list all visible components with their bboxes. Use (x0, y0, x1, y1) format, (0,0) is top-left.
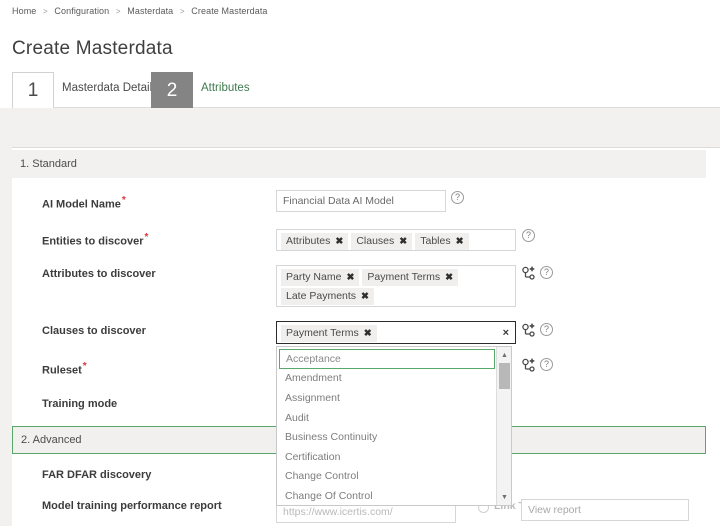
wizard-band (0, 108, 720, 148)
help-icon[interactable]: ? (540, 266, 553, 279)
dropdown-option-acceptance[interactable]: Acceptance (279, 349, 495, 369)
breadcrumb-item-configuration[interactable]: Configuration (54, 6, 109, 16)
help-icon[interactable]: ? (540, 323, 553, 336)
label-ai-model-name: AI Model Name* (42, 195, 126, 211)
dropdown-option-change-of-control[interactable]: Change Of Control (279, 486, 495, 505)
label-attributes-to-discover: Attributes to discover (42, 268, 156, 280)
label-ruleset: Ruleset* (42, 361, 87, 377)
view-report-input[interactable]: View report (521, 499, 689, 521)
tag-attributes[interactable]: Attributes ✖ (281, 233, 349, 250)
add-rule-icon[interactable] (521, 265, 537, 281)
breadcrumb-item-masterdata[interactable]: Masterdata (127, 6, 173, 16)
wizard-step-masterdata-details[interactable]: 1 Masterdata Details (12, 72, 158, 108)
required-marker: * (121, 195, 126, 206)
remove-tag-icon[interactable]: ✖ (456, 235, 464, 248)
add-rule-icon[interactable] (521, 322, 537, 338)
tag-clauses[interactable]: Clauses ✖ (351, 233, 413, 250)
label-far-dfar-discovery: FAR DFAR discovery (42, 469, 152, 481)
breadcrumb-item-create-masterdata[interactable]: Create Masterdata (191, 6, 267, 16)
remove-tag-icon[interactable]: ✖ (445, 271, 453, 284)
breadcrumb-separator-icon: > (43, 7, 48, 16)
help-icon[interactable]: ? (522, 229, 535, 242)
required-marker: * (144, 232, 149, 243)
label-model-training-performance-report: Model training performance report (42, 500, 222, 512)
add-rule-icon[interactable] (521, 357, 537, 373)
dropdown-option-certification[interactable]: Certification (279, 447, 495, 467)
step-number-badge: 1 (12, 72, 54, 108)
entities-to-discover-tagbox[interactable]: Attributes ✖ Clauses ✖ Tables ✖ (276, 229, 516, 251)
attributes-to-discover-tagbox[interactable]: Party Name ✖ Payment Terms ✖ Late Paymen… (276, 265, 516, 307)
breadcrumb: Home > Configuration > Masterdata > Crea… (12, 6, 268, 16)
scrollbar-thumb[interactable] (499, 363, 510, 389)
breadcrumb-separator-icon: > (115, 7, 121, 16)
left-gutter (0, 148, 12, 526)
remove-tag-icon[interactable]: ✖ (399, 235, 407, 248)
tag-tables[interactable]: Tables ✖ (415, 233, 469, 250)
ai-model-name-value: Financial Data AI Model (283, 195, 394, 207)
label-training-mode: Training mode (42, 398, 118, 410)
wizard-steps: 1 Masterdata Details 2 Attributes (12, 72, 720, 125)
required-marker: * (82, 361, 87, 372)
view-report-placeholder: View report (528, 504, 581, 516)
section-title-standard: 1. Standard (20, 158, 77, 170)
tag-late-payments[interactable]: Late Payments ✖ (281, 288, 375, 305)
step-label-masterdata-details[interactable]: Masterdata Details (62, 82, 158, 94)
dropdown-option-amendment[interactable]: Amendment (279, 369, 495, 389)
dropdown-option-change-control[interactable]: Change Control (279, 467, 495, 487)
section-title-advanced: 2. Advanced (21, 434, 82, 446)
breadcrumb-separator-icon: > (179, 7, 185, 16)
label-clauses-to-discover: Clauses to discover (42, 325, 146, 337)
report-url-value: https://www.icertis.com/ (283, 506, 393, 518)
remove-tag-icon[interactable]: ✖ (335, 235, 343, 248)
dropdown-option-assignment[interactable]: Assignment (279, 388, 495, 408)
tag-party-name[interactable]: Party Name ✖ (281, 269, 360, 286)
step-label-attributes[interactable]: Attributes (201, 82, 250, 94)
section-header-standard[interactable]: 1. Standard (12, 150, 706, 178)
tag-payment-terms[interactable]: Payment Terms ✖ (362, 269, 459, 286)
ai-model-name-input[interactable]: Financial Data AI Model (276, 190, 446, 212)
breadcrumb-item-home[interactable]: Home (12, 6, 36, 16)
help-icon[interactable]: ? (451, 191, 464, 204)
dropdown-option-audit[interactable]: Audit (279, 408, 495, 428)
dropdown-option-list: Acceptance Amendment Assignment Audit Bu… (277, 347, 497, 505)
clear-all-icon[interactable]: × (503, 327, 509, 339)
scroll-down-arrow-icon[interactable]: ▼ (497, 490, 511, 504)
clauses-to-discover-tagbox[interactable]: Payment Terms ✖ × (276, 321, 516, 344)
dropdown-scrollbar[interactable]: ▲ ▼ (496, 347, 511, 505)
help-icon[interactable]: ? (540, 358, 553, 371)
clauses-dropdown[interactable]: Acceptance Amendment Assignment Audit Bu… (276, 346, 512, 506)
tag-payment-terms[interactable]: Payment Terms ✖ (281, 325, 377, 342)
remove-tag-icon[interactable]: ✖ (361, 290, 369, 303)
dropdown-option-business-continuity[interactable]: Business Continuity (279, 427, 495, 447)
label-entities-to-discover: Entities to discover* (42, 232, 149, 248)
scroll-up-arrow-icon[interactable]: ▲ (497, 348, 511, 362)
wizard-step-attributes[interactable]: 2 Attributes (151, 72, 250, 125)
remove-tag-icon[interactable]: ✖ (346, 271, 354, 284)
page-title: Create Masterdata (12, 38, 173, 59)
remove-tag-icon[interactable]: ✖ (364, 327, 372, 340)
step-number-badge: 2 (151, 72, 193, 125)
